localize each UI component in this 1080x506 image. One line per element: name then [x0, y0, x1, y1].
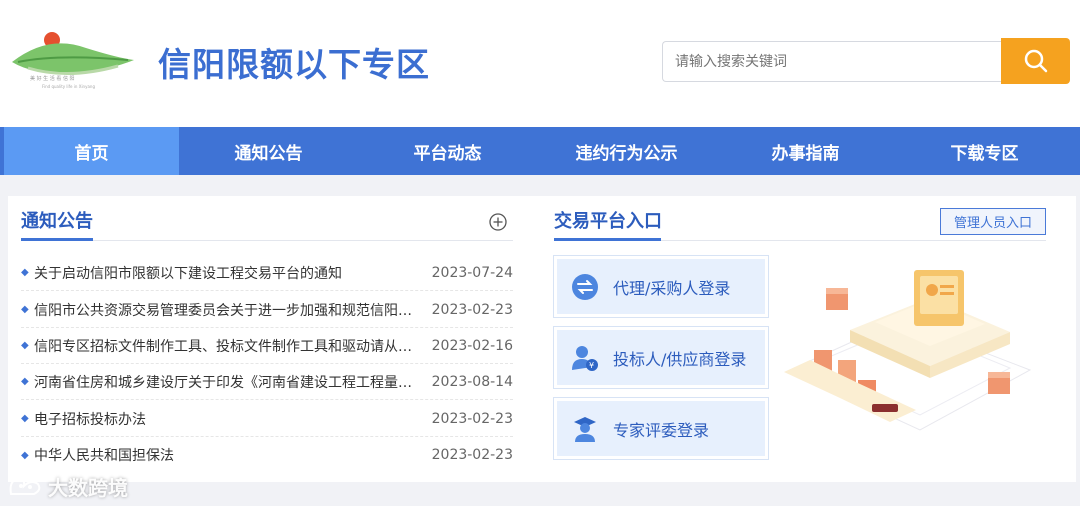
- nav-item-platform-news[interactable]: 平台动态: [358, 127, 537, 175]
- nav-item-downloads[interactable]: 下载专区: [895, 127, 1074, 175]
- list-item[interactable]: ◆ 中华人民共和国担保法 2023-02-23: [21, 437, 513, 473]
- bullet-icon: ◆: [21, 304, 29, 315]
- nav-item-home[interactable]: 首页: [0, 127, 179, 175]
- svg-text:Find quality life in Xinyang: Find quality life in Xinyang: [42, 84, 95, 89]
- site-title: 信阳限额以下专区: [158, 45, 430, 84]
- agent-login-button[interactable]: 代理/采购人登录: [553, 255, 769, 318]
- bullet-icon: ◆: [21, 413, 29, 424]
- list-item[interactable]: ◆ 信阳市公共资源交易管理委员会关于进一步加强和规范信阳市限额以下建设工程交易活…: [21, 292, 513, 328]
- notice-text[interactable]: 信阳市公共资源交易管理委员会关于进一步加强和规范信阳市限额以下建设工程交易活动的…: [34, 300, 423, 320]
- search-button[interactable]: [1001, 38, 1070, 84]
- platform-illustration: [784, 270, 1032, 431]
- search-icon: [1024, 49, 1047, 73]
- agent-login-label: 代理/采购人登录: [613, 278, 731, 298]
- exchange-icon: [557, 272, 613, 302]
- logo-icon[interactable]: 美 好 生 活 看 信 阳 Find quality life in Xinya…: [8, 28, 144, 102]
- notices-title: 通知公告: [21, 211, 93, 232]
- bullet-icon: ◆: [21, 449, 29, 461]
- bullet-icon: ◆: [21, 267, 29, 278]
- expert-login-label: 专家评委登录: [613, 420, 710, 440]
- plus-icon[interactable]: [489, 213, 507, 231]
- header: 美 好 生 活 看 信 阳 Find quality life in Xinya…: [0, 0, 1080, 127]
- svg-text:¥: ¥: [589, 361, 594, 370]
- notice-date: 2023-07-24: [431, 264, 513, 281]
- bidder-login-inner: ¥ 投标人/供应商登录: [557, 330, 765, 385]
- watermark-text: 大数跨境: [48, 476, 128, 500]
- notice-date: 2023-08-14: [431, 373, 513, 390]
- notices-divider: [93, 240, 513, 241]
- list-item[interactable]: ◆ 河南省住房和城乡建设厅关于印发《河南省建设工程工程量清单招标评标办法》的通知…: [21, 364, 513, 400]
- svg-text:美 好 生 活 看 信 阳: 美 好 生 活 看 信 阳: [30, 75, 75, 82]
- notice-text[interactable]: 河南省住房和城乡建设厅关于印发《河南省建设工程工程量清单招标评标办法》的通知: [34, 372, 423, 392]
- expert-login-button[interactable]: 专家评委登录: [553, 397, 769, 460]
- list-item[interactable]: ◆ 信阳专区招标文件制作工具、投标文件制作工具和驱动请从下载专区下载 2023-…: [21, 328, 513, 364]
- bullet-icon: ◆: [21, 376, 29, 387]
- notice-date: 2023-02-16: [431, 337, 513, 354]
- bidder-login-label: 投标人/供应商登录: [613, 349, 747, 369]
- expert-icon: [557, 414, 613, 444]
- bullet-icon: ◆: [21, 340, 29, 351]
- notice-text[interactable]: 关于启动信阳市限额以下建设工程交易平台的通知: [34, 263, 423, 283]
- nav-item-violations[interactable]: 违约行为公示: [537, 127, 716, 175]
- platform-title: 交易平台入口: [554, 211, 662, 232]
- agent-login-inner: 代理/采购人登录: [557, 259, 765, 314]
- notices-title-underline: [21, 238, 93, 241]
- list-item[interactable]: ◆ 关于启动信阳市限额以下建设工程交易平台的通知 2023-07-24: [21, 255, 513, 291]
- list-item[interactable]: ◆ 电子招标投标办法 2023-02-23: [21, 401, 513, 437]
- search-input[interactable]: [662, 41, 1003, 82]
- watermark: 大数跨境: [8, 472, 128, 501]
- nav-item-notices[interactable]: 通知公告: [179, 127, 358, 175]
- platform-title-underline: [554, 238, 661, 241]
- notice-text[interactable]: 中华人民共和国担保法: [34, 445, 423, 465]
- bidder-icon: ¥: [557, 343, 613, 373]
- admin-login-button[interactable]: 管理人员入口: [940, 208, 1046, 235]
- notice-text[interactable]: 电子招标投标办法: [34, 409, 423, 429]
- notice-date: 2023-02-23: [431, 410, 513, 427]
- nav-item-guide[interactable]: 办事指南: [716, 127, 895, 175]
- platform-divider: [661, 240, 1046, 241]
- main-nav: 首页 通知公告 平台动态 违约行为公示 办事指南 下载专区: [0, 127, 1080, 175]
- watermark-logo-icon: [9, 477, 41, 495]
- bidder-login-button[interactable]: ¥ 投标人/供应商登录: [553, 326, 769, 389]
- notice-date: 2023-02-23: [431, 447, 513, 463]
- notice-text[interactable]: 信阳专区招标文件制作工具、投标文件制作工具和驱动请从下载专区下载: [34, 336, 423, 356]
- expert-login-inner: 专家评委登录: [557, 401, 765, 456]
- notice-date: 2023-02-23: [431, 301, 513, 318]
